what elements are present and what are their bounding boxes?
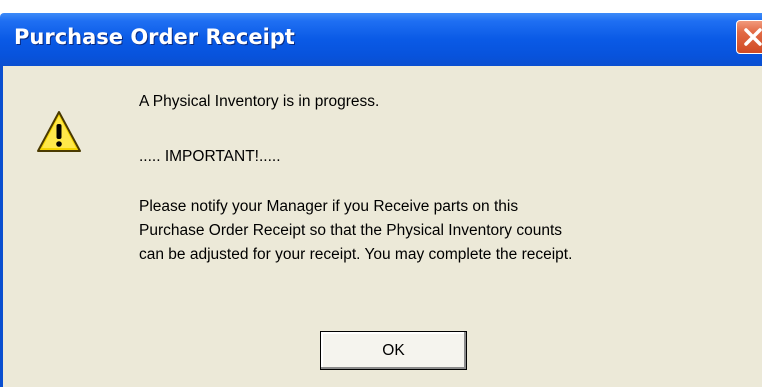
- message-body-line: can be adjusted for your receipt. You ma…: [139, 246, 573, 263]
- message-body: Please notify your Manager if you Receiv…: [139, 195, 572, 267]
- ok-button[interactable]: OK: [320, 331, 467, 370]
- message-important: ..... IMPORTANT!.....: [139, 148, 281, 165]
- warning-icon: [37, 111, 81, 152]
- message-body-line: Purchase Order Receipt so that the Physi…: [139, 222, 563, 239]
- window-title: Purchase Order Receipt: [14, 25, 295, 49]
- close-button[interactable]: [736, 20, 762, 54]
- dialog-window: Purchase Order Receipt A Physical Invent…: [0, 0, 762, 387]
- message-line-progress: A Physical Inventory is in progress.: [139, 93, 380, 110]
- dialog-body: A Physical Inventory is in progress. ...…: [0, 66, 762, 387]
- ok-button-label: OK: [382, 341, 405, 359]
- message-body-line: Please notify your Manager if you Receiv…: [139, 198, 519, 215]
- title-bar[interactable]: Purchase Order Receipt: [0, 13, 762, 66]
- close-icon: [744, 28, 762, 46]
